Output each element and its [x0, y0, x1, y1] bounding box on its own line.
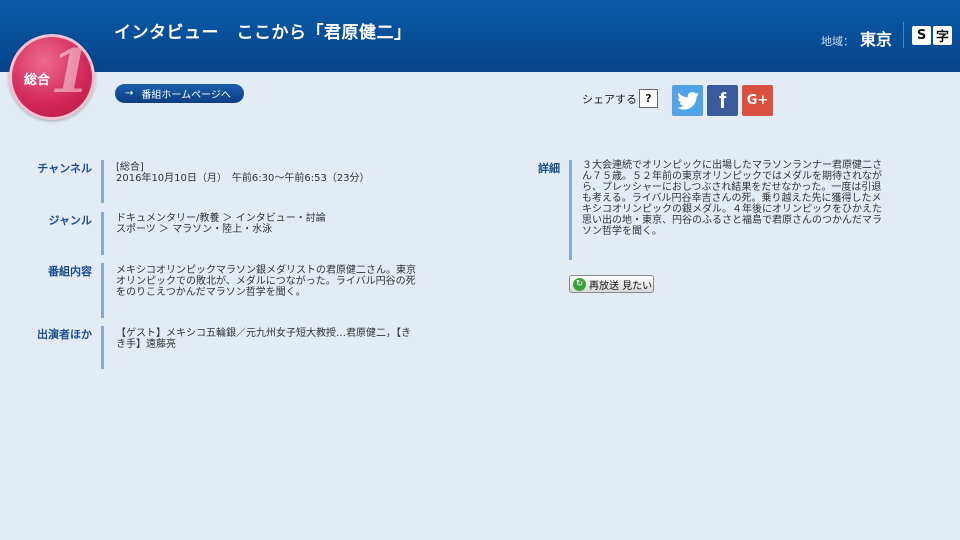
channel-number: 1	[50, 37, 92, 107]
googleplus-share-button[interactable]: G+	[742, 85, 773, 116]
content-line-3: をのりこえつかんだマラソン哲学を聞く。	[116, 287, 306, 298]
region-value[interactable]: 東京	[860, 26, 892, 50]
channel-row-bar	[101, 160, 104, 203]
detail-line-6: 思い出の地・東京、円谷のふるさと福島で君原さんのつかんだマラ	[582, 215, 882, 226]
detail-line-5: キシコオリンピックの銀メダル。４年後にオリンピックをひかえた	[582, 204, 882, 215]
genre-row-text: ドキュメンタリー/教養 ＞ インタビュー・討論 スポーツ ＞ マラソン・陸上・水…	[116, 213, 326, 235]
channel-label: 総合	[24, 73, 51, 88]
genre-line-2: スポーツ ＞ マラソン・陸上・水泳	[116, 224, 273, 235]
subtitle-icon-s: S	[912, 26, 931, 45]
genre-row-bar	[101, 212, 104, 255]
region-indicator: 地域： 東京	[821, 26, 892, 50]
program-homepage-label: 番組ホームページへ	[141, 90, 231, 101]
channel-name: [総合]	[116, 162, 144, 173]
channel-row-label: チャンネル	[37, 162, 92, 175]
arrow-right-icon: →	[125, 88, 134, 99]
detail-bar	[569, 160, 572, 260]
program-homepage-button[interactable]: → 番組ホームページへ	[115, 84, 244, 103]
content-row-label: 番組内容	[48, 265, 92, 278]
detail-line-2: ん７５歳。５２年前の東京オリンピックではメダルを期待されなが	[582, 171, 882, 182]
channel-row-text: [総合] 2016年10月10日（月） 午前6:30～午前6:53（23分）	[116, 162, 370, 184]
subtitle-icon-ji: 字	[933, 26, 952, 45]
facebook-share-button[interactable]: f	[707, 85, 738, 116]
content-row-bar	[101, 263, 104, 318]
cast-row-text: 【ゲスト】メキシコ五輪銀／元九州女子短大教授…君原健二，【き き手】遠藤亮	[116, 328, 411, 350]
detail-line-7: ソン哲学を聞く。	[582, 226, 662, 237]
refresh-icon: ↻	[573, 277, 586, 291]
header-divider	[903, 22, 904, 48]
detail-line-1: ３大会連続でオリンピックに出場したマラソンランナー君原健二さ	[582, 160, 882, 171]
googleplus-icon: G+	[746, 93, 769, 108]
genre-row-label: ジャンル	[48, 214, 92, 227]
facebook-icon: f	[718, 87, 727, 113]
share-label: シェアする	[582, 93, 637, 106]
cast-line-1: 【ゲスト】メキシコ五輪銀／元九州女子短大教授…君原健二，【き	[116, 328, 411, 339]
cast-row-bar	[101, 326, 104, 369]
genre-line-1: ドキュメンタリー/教養 ＞ インタビュー・討論	[116, 213, 326, 224]
content-row-text: メキシコオリンピックマラソン銀メダリストの君原健二さん。東京 オリンピックでの敗…	[116, 265, 416, 298]
broadcast-datetime: 2016年10月10日（月） 午前6:30～午前6:53（23分）	[116, 173, 370, 184]
twitter-icon	[676, 91, 699, 110]
detail-label: 詳細	[538, 162, 560, 175]
detail-line-4: も考える。ライバル円谷幸吉さんの死。乗り越えた先に獲得したメ	[582, 193, 882, 204]
subtitle-icon: S 字	[912, 26, 952, 45]
twitter-share-button[interactable]	[672, 85, 703, 116]
detail-line-3: ら、プレッシャーにおしつぶされ結果をだせなかった。一度は引退	[582, 182, 882, 193]
cast-row-label: 出演者ほか	[37, 328, 92, 341]
content-line-2: オリンピックでの敗北が、メダルにつながった。ライバル円谷の死	[116, 276, 416, 287]
detail-text: ３大会連続でオリンピックに出場したマラソンランナー君原健二さ ん７５歳。５２年前…	[582, 160, 928, 237]
cast-line-2: き手】遠藤亮	[116, 339, 176, 350]
share-help-button[interactable]: ?	[639, 89, 658, 108]
region-label: 地域：	[820, 35, 854, 48]
channel-badge: 1 総合	[9, 34, 95, 120]
page-title: インタビュー ここから「君原健二」	[114, 23, 412, 43]
rebroadcast-label: 再放送 見たい	[589, 280, 653, 292]
content-line-1: メキシコオリンピックマラソン銀メダリストの君原健二さん。東京	[116, 265, 416, 276]
rebroadcast-request-button[interactable]: ↻ 再放送 見たい	[569, 275, 654, 293]
